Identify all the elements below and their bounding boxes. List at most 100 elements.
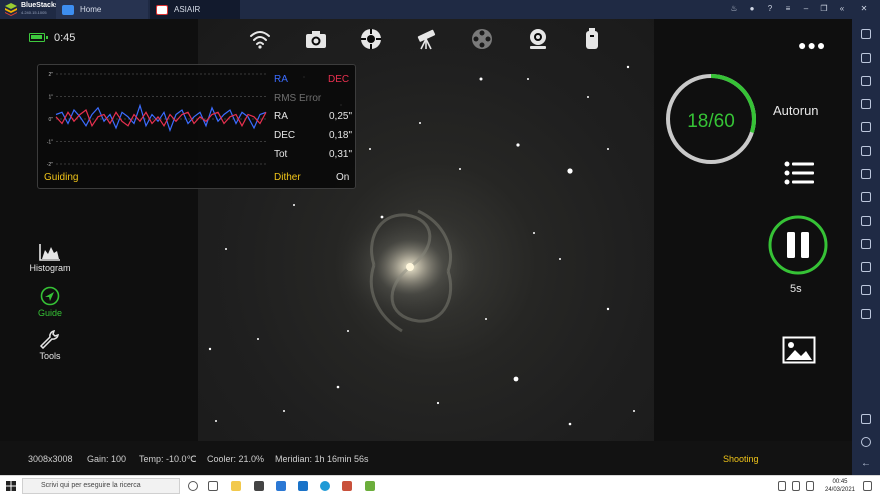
edge-icon[interactable] — [320, 481, 330, 491]
broadcast-icon[interactable] — [861, 309, 871, 319]
mail-icon[interactable] — [276, 481, 286, 491]
windows-start-icon[interactable] — [6, 481, 16, 491]
guide-camera-icon[interactable] — [526, 27, 550, 51]
back-icon[interactable]: ← — [861, 459, 871, 469]
histogram-icon — [39, 244, 60, 261]
telescope-icon[interactable] — [415, 27, 439, 51]
histogram-label: Histogram — [29, 263, 71, 273]
help-icon[interactable]: ? — [764, 3, 776, 15]
autorun-label[interactable]: Autorun — [773, 103, 819, 118]
battery-icon — [29, 33, 48, 42]
clock-time: 0:45 — [54, 32, 76, 44]
location-icon[interactable] — [861, 239, 871, 249]
guide-button[interactable]: Guide — [20, 286, 80, 318]
focuser-icon[interactable] — [359, 27, 383, 51]
settings-icon[interactable] — [861, 437, 871, 447]
multi-instance-icon[interactable] — [861, 216, 871, 226]
menu-icon[interactable]: ≡ — [782, 3, 794, 15]
tab-asiair[interactable]: ASIAIR — [150, 0, 240, 19]
exposure-time[interactable]: 5s — [790, 283, 802, 295]
camera-icon[interactable] — [304, 27, 328, 51]
pointer-icon[interactable] — [861, 53, 871, 63]
guide-graph-panel[interactable]: 2" 1" 0" -1" -2" RA DEC RMS Error RA 0,25" D… — [37, 64, 356, 189]
guide-label: Guide — [37, 308, 63, 318]
restore-icon[interactable]: ❐ — [818, 3, 830, 15]
account-icon[interactable]: ● — [746, 3, 758, 15]
search-placeholder: Scrivi qui per eseguire la ricerca — [41, 482, 141, 489]
guide-icon — [40, 286, 60, 306]
file-explorer-icon[interactable] — [231, 481, 241, 491]
capture-progress-ring: 18/60 — [666, 74, 756, 164]
usb-device-icon[interactable] — [580, 27, 604, 51]
bluestacks-sidebar: ← — [852, 19, 880, 475]
volume-icon[interactable] — [806, 481, 814, 491]
sensor-temp: Temp: -10.0℃ — [139, 454, 197, 464]
right-panel: ●●● 18/60 Autorun 5s — [654, 19, 852, 441]
bluestacks-logo-icon — [5, 3, 17, 16]
y-tick-label: -2" — [47, 162, 53, 168]
rms-value: 0,31" — [328, 149, 352, 160]
guiding-status: Guiding — [44, 172, 79, 183]
record-icon[interactable] — [861, 169, 871, 179]
task-view-icon[interactable] — [208, 481, 218, 491]
asiair-app-icon — [156, 4, 168, 15]
tools-label: Tools — [39, 351, 61, 361]
more-options-icon[interactable]: ●●● — [798, 37, 826, 53]
rms-label: RA — [274, 111, 288, 122]
rms-label: Tot — [274, 149, 288, 160]
filter-wheel-icon[interactable] — [470, 27, 494, 51]
app-name: BlueStacks — [21, 2, 59, 9]
wifi-icon[interactable] — [248, 27, 272, 51]
minimize-icon[interactable]: – — [800, 3, 812, 15]
notifications-icon[interactable] — [863, 481, 872, 491]
rotate-icon[interactable] — [861, 285, 871, 295]
histogram-button[interactable]: Histogram — [20, 243, 80, 273]
folder-icon[interactable] — [861, 192, 871, 202]
y-tick-label: -1" — [47, 140, 53, 146]
notification-bell-icon[interactable]: ♨ — [728, 3, 740, 15]
dither-value[interactable]: On — [336, 172, 349, 183]
office-icon[interactable] — [342, 481, 352, 491]
copy-icon[interactable] — [861, 99, 871, 109]
tools-button[interactable]: Tools — [20, 329, 80, 361]
apk-icon[interactable] — [861, 122, 871, 132]
guide-graph: 2" 1" 0" -1" -2" — [47, 72, 267, 168]
rms-error-title: RMS Error — [274, 93, 322, 104]
rms-row-tot: Tot 0,31" — [274, 149, 352, 160]
y-tick-label: 2" — [48, 72, 53, 78]
screen: BlueStacks 4.240.15.1005 Home ASIAIR ♨ ●… — [0, 0, 880, 495]
help-sidebar-icon[interactable] — [861, 414, 871, 424]
ra-legend: RA — [274, 74, 288, 85]
resolution: 3008x3008 — [28, 454, 73, 464]
fullscreen-icon[interactable] — [861, 29, 871, 39]
camera-status-bar: 3008x3008 Gain: 100 Temp: -10.0℃ Cooler:… — [0, 441, 852, 475]
taskbar-search-input[interactable]: Scrivi qui per eseguire la ricerca — [22, 478, 180, 494]
image-gallery-icon[interactable] — [782, 336, 816, 364]
network-icon[interactable] — [792, 481, 800, 491]
asiair-app: ●●● 18/60 Autorun 5s 0:45 2" 1" 0" -1" -… — [0, 19, 852, 475]
cooler-power: Cooler: 21.0% — [207, 454, 265, 464]
taskbar-clock[interactable]: 00:45 24/03/2021 — [823, 478, 857, 494]
keyboard-icon[interactable] — [861, 76, 871, 86]
progress-count: 18/60 — [687, 111, 735, 132]
expand-icon[interactable]: « — [836, 3, 848, 15]
tray-chevron-icon[interactable] — [778, 481, 786, 491]
meridian-countdown: Meridian: 1h 16min 56s — [275, 454, 369, 464]
cortana-icon[interactable] — [188, 481, 198, 491]
bluestacks-taskbar-icon[interactable] — [365, 481, 375, 491]
close-icon[interactable]: ✕ — [858, 3, 870, 15]
rms-row-dec: DEC 0,18" — [274, 130, 352, 141]
clock-time-value: 00:45 — [832, 479, 848, 485]
rms-label: DEC — [274, 130, 296, 141]
tab-asiair-label: ASIAIR — [174, 5, 201, 14]
tab-home[interactable]: Home — [56, 0, 148, 19]
shake-icon[interactable] — [861, 262, 871, 272]
y-tick-label: 1" — [48, 95, 53, 101]
gain[interactable]: Gain: 100 — [87, 454, 126, 464]
pause-button[interactable] — [768, 215, 828, 275]
store-icon[interactable] — [254, 481, 264, 491]
photos-icon[interactable] — [298, 481, 308, 491]
rms-value: 0,25" — [328, 111, 352, 122]
plan-list-icon[interactable] — [784, 160, 814, 186]
screenshot-icon[interactable] — [861, 146, 871, 156]
